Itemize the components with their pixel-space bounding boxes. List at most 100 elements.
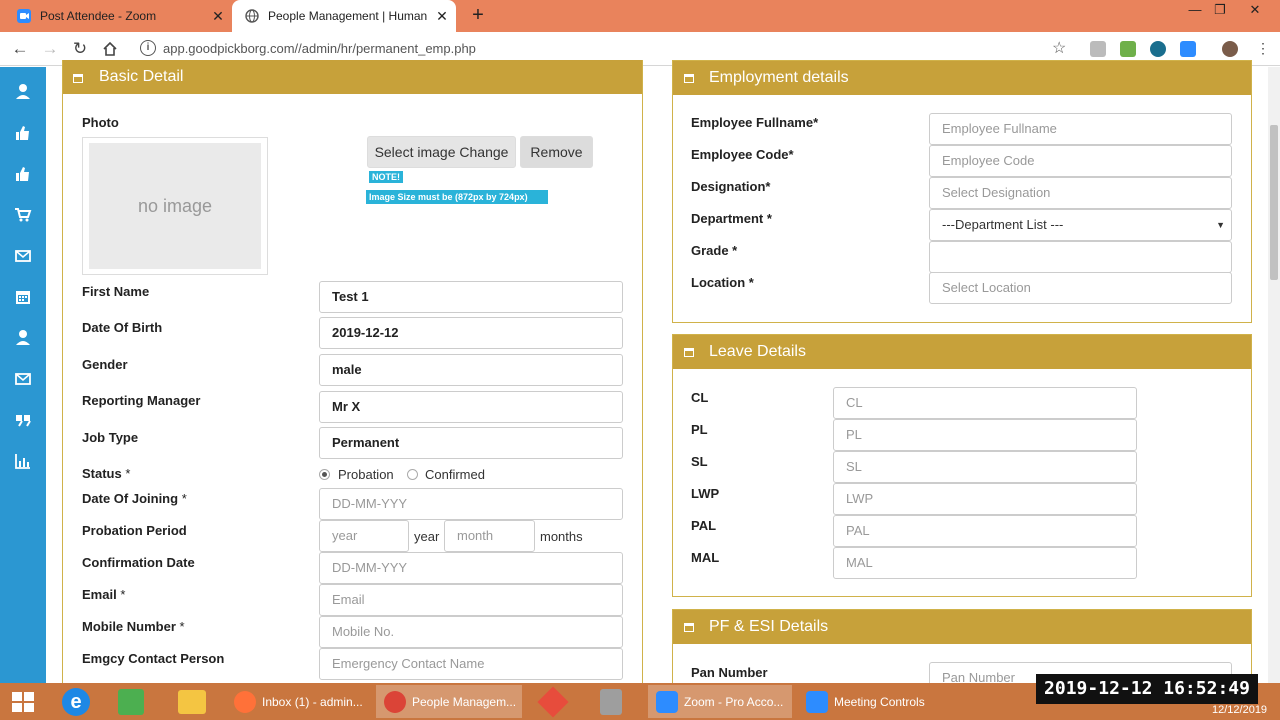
reporting-manager-input[interactable]: Mr X [319,391,623,423]
leave-details-header: Leave Details [673,335,1251,369]
bookmark-star-icon[interactable]: ☆ [1052,38,1066,58]
required-mark: * [120,587,126,602]
profile-avatar[interactable] [1222,41,1238,57]
zoom-icon [656,690,678,713]
file-explorer-icon[interactable] [178,690,206,714]
calculator-icon[interactable] [600,689,622,715]
probation-month-input[interactable]: month [444,520,535,552]
status-probation-radio[interactable] [319,469,330,480]
employment-details-title: Employment details [709,69,849,86]
bar-chart-icon[interactable] [14,452,32,470]
department-select[interactable]: ---Department List --- ▼ [929,209,1232,241]
status-confirmed-radio[interactable] [407,469,418,480]
extension-u-icon[interactable] [1150,41,1166,57]
taskbar-zoom-pro-label: Zoom - Pro Acco... [684,694,784,709]
required-mark: * [179,619,185,634]
pf-esi-title: PF & ESI Details [709,618,829,635]
status-label-text: Status [82,466,122,481]
user-icon[interactable] [14,329,32,347]
remove-image-button[interactable]: Remove [520,136,593,168]
employee-fullname-label: Employee Fullname* [691,115,819,130]
internet-explorer-icon[interactable]: e [62,688,90,716]
grade-input[interactable] [929,241,1232,273]
close-window-button[interactable]: ✕ [1241,0,1269,22]
taskbar-zoom-pro[interactable]: Zoom - Pro Acco... [648,685,792,718]
no-image-placeholder: no image [89,143,261,269]
designation-input[interactable]: Select Designation [929,177,1232,209]
tray-date: 12/12/2019 [1212,704,1268,716]
envelope-icon[interactable] [14,370,32,388]
extension-download-icon[interactable] [1120,41,1136,57]
emergency-contact-input[interactable]: Emergency Contact Name [319,648,623,680]
mal-input[interactable]: MAL [833,547,1137,579]
thumbs-up-icon[interactable] [14,124,32,142]
select-image-button[interactable]: Select image Change [367,136,516,168]
browser-menu-icon[interactable]: ⋮ [1256,41,1272,57]
reload-icon[interactable]: ↻ [68,38,92,60]
envelope-icon[interactable] [14,247,32,265]
tab-close-icon[interactable]: ✕ [428,8,456,25]
location-label: Location * [691,275,754,290]
pl-input[interactable]: PL [833,419,1137,451]
calendar-icon[interactable] [14,288,32,306]
designation-label: Designation* [691,179,771,194]
taskbar-inbox[interactable]: Inbox (1) - admin... [226,685,372,718]
site-info-icon[interactable]: i [140,40,156,56]
probation-period-label: Probation Period [82,523,187,538]
quote-icon[interactable] [14,411,32,429]
new-tab-button[interactable]: + [466,4,490,28]
employee-fullname-input[interactable]: Employee Fullname [929,113,1232,145]
maximize-button[interactable]: ❐ [1206,0,1234,22]
grade-label: Grade * [691,243,738,258]
required-mark: * [181,491,187,506]
email-input[interactable]: Email [319,584,623,616]
job-type-input[interactable]: Permanent [319,427,623,459]
photo-label: Photo [82,115,119,130]
cl-input[interactable]: CL [833,387,1137,419]
taskbar-people-management[interactable]: People Managem... [376,685,522,718]
tab-label: Post Attendee - Zoom [40,9,157,23]
address-bar[interactable]: i app.goodpickborg.com//admin/hr/permane… [136,36,1076,62]
taskbar-meeting-controls[interactable]: Meeting Controls [798,685,944,718]
zoom-extension-icon[interactable] [1180,41,1196,57]
forward-arrow-icon[interactable]: → [38,38,62,60]
back-arrow-icon[interactable]: ← [8,38,32,60]
location-input[interactable]: Select Location [929,272,1232,304]
mobile-input[interactable]: Mobile No. [319,616,623,648]
home-icon[interactable] [98,38,122,60]
email-label: Email * [82,587,125,602]
shopping-cart-icon[interactable] [14,206,32,224]
calendar-icon [684,348,694,357]
job-type-label: Job Type [82,430,139,445]
windows-start-icon[interactable] [12,692,34,712]
user-icon[interactable] [14,83,32,101]
confirmation-date-input[interactable]: DD-MM-YYY [319,552,623,584]
spreadsheet-app-icon[interactable] [118,689,144,715]
git-app-icon[interactable] [537,686,569,718]
minimize-button[interactable]: — [1181,0,1209,22]
first-name-label: First Name [82,284,150,299]
image-size-note: Image Size must be (872px by 724px) [366,190,548,204]
pal-input[interactable]: PAL [833,515,1137,547]
probation-year-input[interactable]: year [319,520,409,552]
gender-input[interactable]: male [319,354,623,386]
scrollbar-thumb[interactable] [1270,125,1278,280]
mobile-label: Mobile Number * [82,619,185,634]
clock-overlay: 2019-12-12 16:52:49 [1036,674,1258,704]
taskbar-meeting-controls-label: Meeting Controls [834,694,925,709]
lwp-input[interactable]: LWP [833,483,1137,515]
extension-icon[interactable] [1090,41,1106,57]
doj-input[interactable]: DD-MM-YYY [319,488,623,520]
sl-label: SL [691,454,708,469]
tab-people-management[interactable]: People Management | Human Re ✕ [232,0,456,32]
calendar-icon [73,74,83,83]
sl-input[interactable]: SL [833,451,1137,483]
zoom-favicon-icon [16,8,32,24]
dob-input[interactable]: 2019-12-12 [319,317,623,349]
first-name-input[interactable]: Test 1 [319,281,623,313]
tab-zoom[interactable]: Post Attendee - Zoom ✕ [0,0,232,32]
status-confirmed-label: Confirmed [425,467,485,482]
employee-code-input[interactable]: Employee Code [929,145,1232,177]
tab-close-icon[interactable]: ✕ [204,8,232,25]
thumbs-up-icon[interactable] [14,165,32,183]
